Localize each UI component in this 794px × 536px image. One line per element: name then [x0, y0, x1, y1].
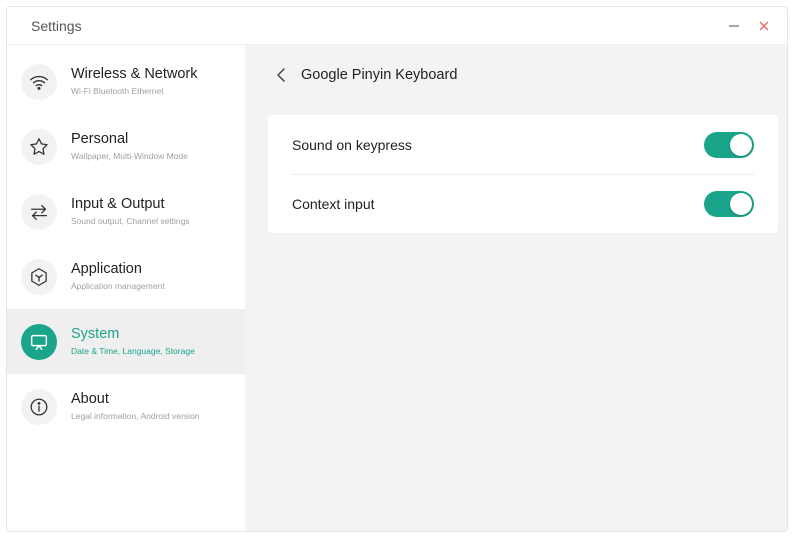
setting-row-context-input: Context input	[268, 174, 778, 233]
sidebar-item-input-output[interactable]: Input & Output Sound output, Channel set…	[7, 179, 245, 244]
sidebar-item-label: Wireless & Network	[71, 66, 198, 82]
star-icon	[21, 128, 57, 165]
page-title: Google Pinyin Keyboard	[301, 67, 458, 83]
sidebar-item-about[interactable]: About Legal information, Android version	[7, 374, 245, 439]
content-panel: Google Pinyin Keyboard Sound on keypress…	[245, 45, 787, 531]
swap-arrows-icon	[21, 193, 57, 230]
minimize-icon	[729, 24, 739, 27]
sidebar-item-text: Wireless & Network Wi-Fi Bluetooth Ether…	[71, 65, 198, 98]
toggle-knob	[730, 192, 752, 215]
hexagon-icon	[21, 258, 57, 295]
back-button[interactable]	[269, 63, 293, 87]
sidebar-item-subtitle: Wallpaper, Multi-Window Mode	[71, 151, 188, 161]
close-icon	[759, 21, 769, 30]
sidebar-item-text: About Legal information, Android version	[71, 390, 200, 423]
sidebar-item-wireless-network[interactable]: Wireless & Network Wi-Fi Bluetooth Ether…	[7, 49, 245, 114]
sidebar-item-subtitle: Application management	[71, 281, 165, 291]
sidebar-item-text: Input & Output Sound output, Channel set…	[71, 195, 190, 228]
sidebar-item-text: Personal Wallpaper, Multi-Window Mode	[71, 130, 188, 163]
content-header: Google Pinyin Keyboard	[245, 45, 787, 105]
toggle-knob	[730, 133, 752, 156]
minimize-button[interactable]	[725, 17, 743, 35]
window-title: Settings	[31, 17, 82, 34]
sidebar-item-label: Application	[71, 261, 142, 277]
sidebar-item-label: About	[71, 391, 109, 407]
sidebar-item-application[interactable]: Application Application management	[7, 244, 245, 309]
monitor-icon	[21, 323, 57, 360]
sidebar-item-text: Application Application management	[71, 260, 165, 293]
setting-label: Context input	[292, 195, 375, 212]
settings-window: Settings Wireless & Network Wi-Fi Blueto…	[6, 6, 788, 532]
sidebar-item-label: System	[71, 326, 120, 342]
sidebar-item-subtitle: Legal information, Android version	[71, 411, 200, 421]
close-button[interactable]	[755, 17, 773, 35]
context-input-toggle[interactable]	[704, 190, 754, 217]
sound-on-keypress-toggle[interactable]	[704, 131, 754, 158]
setting-row-sound-on-keypress: Sound on keypress	[268, 115, 778, 174]
sidebar-item-personal[interactable]: Personal Wallpaper, Multi-Window Mode	[7, 114, 245, 179]
sidebar-item-subtitle: Wi-Fi Bluetooth Ethernet	[71, 86, 164, 96]
sidebar-item-subtitle: Sound output, Channel settings	[71, 216, 190, 226]
title-bar: Settings	[7, 7, 787, 45]
info-icon	[21, 388, 57, 425]
setting-label: Sound on keypress	[292, 136, 412, 153]
settings-card: Sound on keypress Context input	[268, 115, 778, 233]
sidebar-item-label: Personal	[71, 131, 129, 147]
sidebar-item-text: System Date & Time, Language, Storage	[71, 325, 195, 358]
sidebar-item-label: Input & Output	[71, 196, 165, 212]
sidebar-item-system[interactable]: System Date & Time, Language, Storage	[7, 309, 245, 374]
sidebar-item-subtitle: Date & Time, Language, Storage	[71, 346, 195, 356]
wifi-icon	[21, 63, 57, 100]
chevron-left-icon	[277, 68, 285, 82]
window-controls	[725, 17, 773, 35]
sidebar: Wireless & Network Wi-Fi Bluetooth Ether…	[7, 45, 245, 531]
